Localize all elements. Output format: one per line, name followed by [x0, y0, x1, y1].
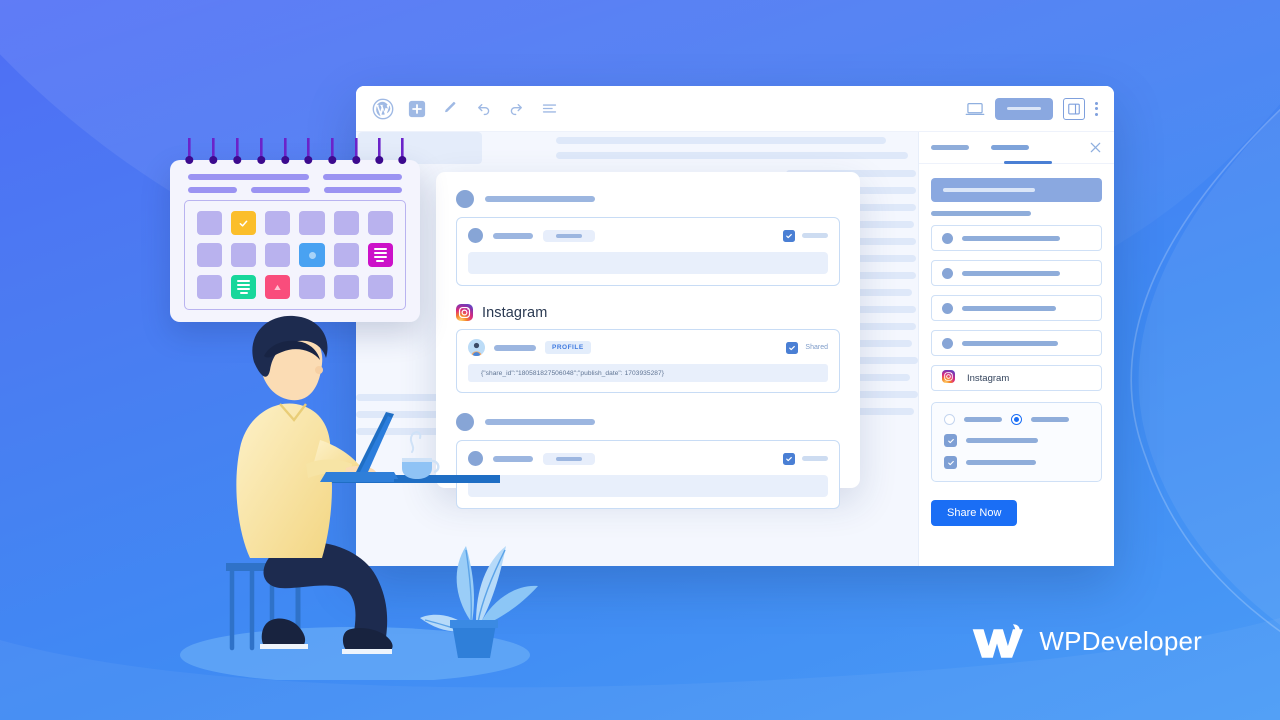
account-label-placeholder: [493, 232, 533, 239]
radio-label-2: [1031, 417, 1069, 422]
tab-document[interactable]: [931, 145, 969, 150]
calendar-day[interactable]: [265, 211, 291, 235]
calendar-day[interactable]: [231, 243, 257, 267]
calendar-day[interactable]: [197, 243, 223, 267]
account-option-4[interactable]: [931, 330, 1102, 356]
shared-status: Shared: [786, 341, 828, 354]
laptop-icon[interactable]: [965, 99, 985, 119]
editor-toolbar-right: [965, 97, 1098, 120]
checkbox-checked[interactable]: [783, 452, 795, 465]
checkbox-checked[interactable]: [783, 229, 795, 242]
checkbox-label: [966, 438, 1038, 443]
account-name-placeholder: [962, 305, 1056, 311]
illustration-person-at-desk: [180, 315, 538, 680]
checkbox-checked[interactable]: [944, 434, 957, 447]
card-header-row: [456, 190, 840, 208]
shared-status: [783, 229, 828, 242]
close-icon[interactable]: [1089, 141, 1102, 154]
calendar-day[interactable]: [333, 275, 359, 299]
checkbox-row-2[interactable]: [944, 456, 1089, 469]
kebab-menu-icon[interactable]: [1095, 101, 1098, 116]
preview-button[interactable]: [995, 97, 1053, 120]
avatar: [456, 190, 474, 208]
calendar-day[interactable]: [197, 275, 223, 299]
undo-icon[interactable]: [473, 99, 493, 119]
shared-label-placeholder: [802, 456, 828, 461]
checkbox-checked[interactable]: [786, 341, 799, 354]
calendar-day-triangle[interactable]: [265, 275, 291, 299]
platform-select[interactable]: [931, 178, 1102, 202]
account-option-instagram[interactable]: Instagram: [931, 365, 1102, 391]
account-avatar: [942, 267, 953, 279]
radio-label-1: [964, 417, 1002, 422]
list-view-icon[interactable]: [539, 99, 559, 119]
tab-active-indicator: [1004, 161, 1052, 164]
shared-label: Shared: [805, 344, 828, 351]
avatar: [468, 228, 483, 243]
calendar-day-lines[interactable]: [231, 275, 257, 299]
calendar-day[interactable]: [197, 211, 223, 235]
redo-icon[interactable]: [506, 99, 526, 119]
calendar-widget: [170, 138, 420, 322]
calendar-day-lines[interactable]: [367, 243, 393, 267]
brand-lockup: WPDeveloper: [971, 622, 1202, 660]
radio-option-2[interactable]: [1011, 414, 1022, 425]
calendar-day[interactable]: [299, 275, 325, 299]
account-name-placeholder: [962, 235, 1060, 241]
editor-toolbar: [356, 86, 1114, 132]
calendar-day[interactable]: [333, 243, 359, 267]
calendar-day[interactable]: [333, 211, 359, 235]
calendar-day-circle[interactable]: [299, 243, 325, 267]
calendar-day[interactable]: [265, 243, 291, 267]
account-option-2[interactable]: [931, 260, 1102, 286]
triangle-icon: [274, 284, 282, 290]
radio-group: [944, 414, 1089, 425]
account-option-3[interactable]: [931, 295, 1102, 321]
checkbox-row-1[interactable]: [944, 434, 1089, 447]
radio-option-1[interactable]: [944, 414, 955, 425]
circle-icon: [308, 251, 316, 259]
section-label: [931, 211, 1031, 216]
account-option-1[interactable]: [931, 225, 1102, 251]
payload-field: [468, 252, 828, 274]
publish-options: [931, 402, 1102, 482]
share-now-button[interactable]: Share Now: [931, 500, 1018, 526]
checkbox-checked[interactable]: [944, 456, 957, 469]
sidebar-content: Instagram Share Now: [919, 164, 1114, 540]
calendar-day[interactable]: [299, 211, 325, 235]
panel-top-row: [468, 228, 828, 243]
check-icon: [239, 220, 248, 227]
shared-status: [783, 452, 828, 465]
account-avatar: [942, 232, 953, 244]
account-name: Instagram: [967, 372, 1010, 384]
calendar-day-check[interactable]: [231, 211, 257, 235]
calendar-rings: [185, 138, 407, 164]
lines-icon: [373, 248, 387, 262]
add-block-icon[interactable]: [407, 99, 427, 119]
calendar-day[interactable]: [367, 211, 393, 235]
sidebar-tabs: [919, 132, 1114, 164]
lines-icon: [237, 280, 251, 294]
tab-block[interactable]: [991, 145, 1029, 150]
wordpress-logo[interactable]: [372, 98, 394, 120]
pencil-icon[interactable]: [440, 99, 460, 119]
calendar-grid-container: [184, 200, 406, 310]
account-name-placeholder: [962, 340, 1058, 346]
account-avatar: [942, 302, 953, 314]
header-title-placeholder: [485, 196, 595, 202]
account-name-placeholder: [962, 270, 1060, 276]
shared-label-placeholder: [802, 233, 828, 238]
brand-name: WPDeveloper: [1039, 625, 1202, 656]
sidebar-toggle-icon[interactable]: [1063, 97, 1085, 120]
checkbox-label: [966, 460, 1036, 465]
account-avatar: [942, 337, 953, 349]
profile-tag-placeholder: [543, 229, 595, 242]
settings-sidebar: Instagram Share Now: [918, 132, 1114, 566]
instagram-icon: [942, 369, 959, 387]
calendar-grid: [197, 211, 393, 299]
calendar-day[interactable]: [367, 275, 393, 299]
wpdeveloper-w-logo: [973, 624, 1024, 658]
share-panel-top: [456, 217, 840, 286]
